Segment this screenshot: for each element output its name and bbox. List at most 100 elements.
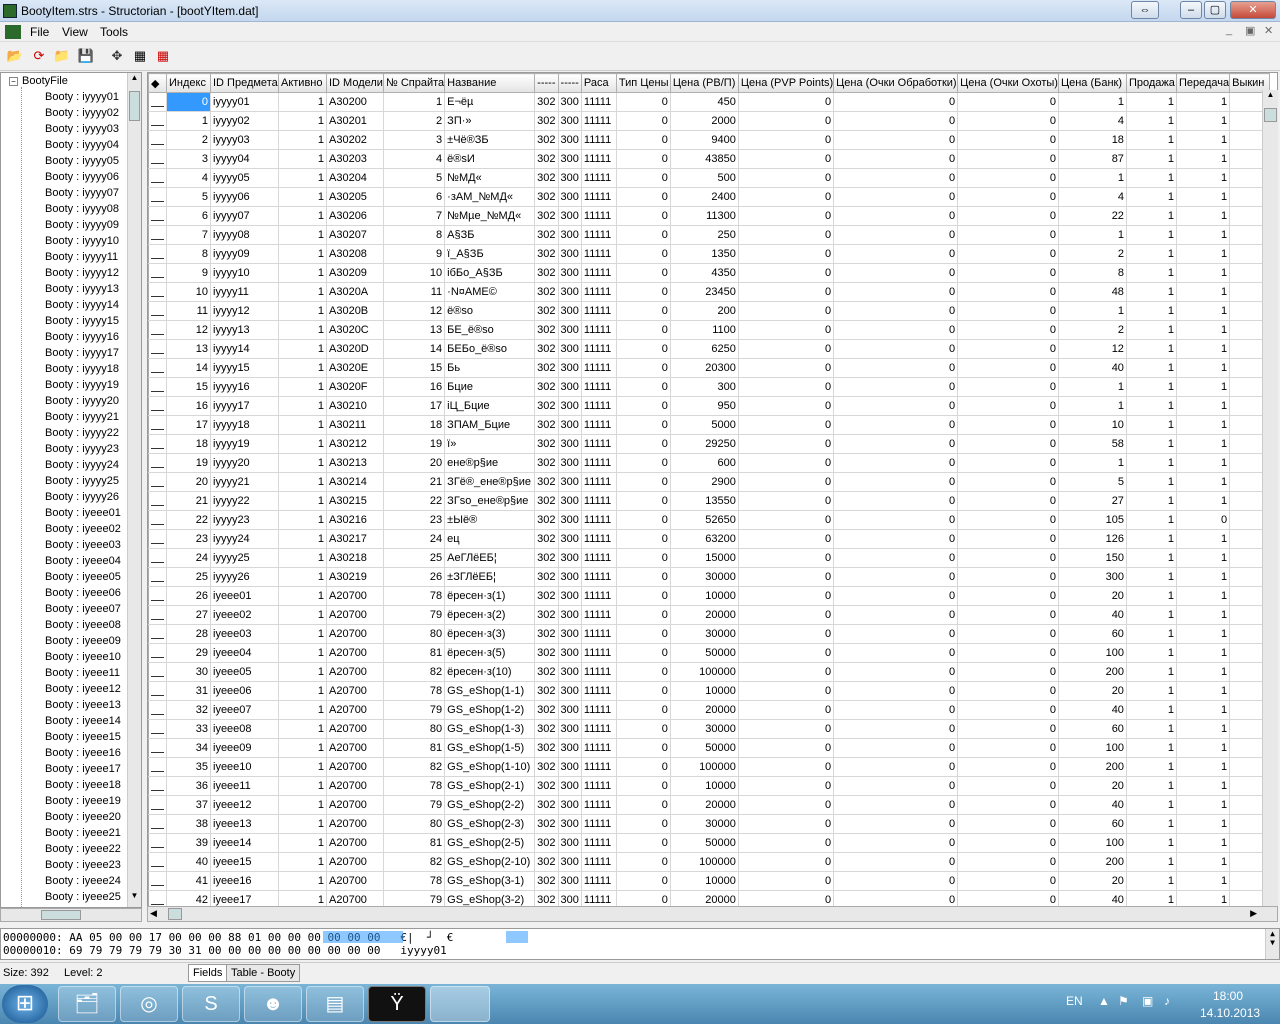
row-selector[interactable]: [148, 738, 167, 758]
table-cell[interactable]: 1: [1175, 833, 1231, 853]
table-cell[interactable]: 302: [534, 662, 559, 682]
table-row[interactable]: 26 iyeee01 1 A20700 78 ёресен·з(1) 302 300 11111…: [148, 586, 1271, 606]
table-cell[interactable]: 15: [382, 358, 446, 378]
table-cell[interactable]: 29250: [669, 434, 739, 454]
table-cell[interactable]: 100000: [669, 662, 739, 682]
table-cell[interactable]: 1: [1057, 453, 1127, 473]
table-cell[interactable]: 23: [166, 529, 211, 549]
column-header[interactable]: Цена (PVP Points): [737, 73, 835, 93]
table-cell[interactable]: 0: [615, 282, 671, 302]
table-cell[interactable]: ё®ѕо: [444, 301, 536, 321]
column-header[interactable]: Передача: [1175, 73, 1231, 93]
table-cell[interactable]: A20700: [326, 814, 384, 834]
row-selector[interactable]: [148, 415, 167, 435]
table-cell[interactable]: 0: [833, 567, 959, 587]
row-selector[interactable]: [148, 681, 167, 701]
table-cell[interactable]: A30209: [326, 263, 384, 283]
table-cell[interactable]: iyyyy04: [210, 149, 279, 169]
table-cell[interactable]: 0: [615, 339, 671, 359]
table-cell[interactable]: 0: [957, 149, 1059, 169]
mdi-restore-icon[interactable]: ▣: [1245, 24, 1255, 37]
table-cell[interactable]: 1: [1125, 795, 1177, 815]
table-cell[interactable]: A30206: [326, 206, 384, 226]
row-selector[interactable]: [148, 434, 167, 454]
table-row[interactable]: 33 iyeee08 1 A20700 80 GS_eShop(1-3) 302 300 111…: [148, 719, 1271, 739]
tree-node[interactable]: Booty : iyyyy08: [45, 203, 119, 219]
table-cell[interactable]: 300: [557, 795, 582, 815]
menu-tools[interactable]: Tools: [100, 25, 128, 39]
column-header[interactable]: Индекс: [166, 73, 211, 93]
table-cell[interactable]: 11111: [580, 510, 617, 530]
table-row[interactable]: 35 iyeee10 1 A20700 82 GS_eShop(1-10) 302 300 11…: [148, 757, 1271, 777]
grid-scroll-right-icon[interactable]: ▶: [1250, 908, 1257, 919]
table-cell[interactable]: 20000: [669, 700, 739, 720]
table-cell[interactable]: 300: [557, 320, 582, 340]
table-cell[interactable]: A3020D: [326, 339, 384, 359]
table-cell[interactable]: 1: [1125, 111, 1177, 131]
tree-node[interactable]: Booty : iyeee22: [45, 843, 121, 859]
table-cell[interactable]: 0: [957, 567, 1059, 587]
table-cell[interactable]: 0: [957, 92, 1059, 112]
table-cell[interactable]: 1: [278, 510, 327, 530]
table-cell[interactable]: GS_eShop(2-2): [444, 795, 536, 815]
table-cell[interactable]: 0: [833, 548, 959, 568]
select-all-icon[interactable]: ◆: [148, 73, 167, 93]
table-cell[interactable]: iyeee16: [210, 871, 279, 891]
tree-node[interactable]: Booty : iyeee24: [45, 875, 121, 891]
table-cell[interactable]: 302: [534, 643, 559, 663]
row-selector[interactable]: [148, 149, 167, 169]
table-cell[interactable]: 0: [833, 529, 959, 549]
table-cell[interactable]: 12: [1057, 339, 1127, 359]
table-cell[interactable]: 11111: [580, 263, 617, 283]
table-cell[interactable]: 1: [278, 757, 327, 777]
table-cell[interactable]: 0: [615, 377, 671, 397]
table-cell[interactable]: 100: [1057, 833, 1127, 853]
table-row[interactable]: 6 iyyyy07 1 A30206 7 №Мµе_№МД« 302 300 11111 0 113…: [148, 206, 1271, 226]
table-cell[interactable]: АеГЛёЕБ¦: [444, 548, 536, 568]
table-cell[interactable]: 1: [1125, 719, 1177, 739]
table-cell[interactable]: 28: [166, 624, 211, 644]
table-cell[interactable]: 1: [278, 491, 327, 511]
grid-scroll-thumb[interactable]: [1264, 108, 1277, 122]
table-cell[interactable]: ЗП·»: [444, 111, 536, 131]
table-cell[interactable]: 1: [278, 320, 327, 340]
table-cell[interactable]: 18: [1057, 130, 1127, 150]
table-cell[interactable]: 300: [557, 149, 582, 169]
table-cell[interactable]: 1: [1057, 377, 1127, 397]
table-cell[interactable]: 1: [1175, 453, 1231, 473]
explorer-task-icon[interactable]: 🗂: [58, 986, 116, 1022]
table-cell[interactable]: 0: [615, 149, 671, 169]
table-cell[interactable]: 10000: [669, 586, 739, 606]
table-cell[interactable]: ї»: [444, 434, 536, 454]
table-cell[interactable]: 20000: [669, 605, 739, 625]
row-selector[interactable]: [148, 871, 167, 891]
table-cell[interactable]: 4350: [669, 263, 739, 283]
table-cell[interactable]: iyyyy26: [210, 567, 279, 587]
column-header[interactable]: Тип Цены: [615, 73, 671, 93]
table-cell[interactable]: 0: [957, 206, 1059, 226]
table-cell[interactable]: 1: [278, 434, 327, 454]
table-cell[interactable]: 8: [382, 225, 446, 245]
table-cell[interactable]: 300: [557, 111, 582, 131]
table-cell[interactable]: 1: [1175, 263, 1231, 283]
table-cell[interactable]: 0: [957, 263, 1059, 283]
table-cell[interactable]: 2: [166, 130, 211, 150]
table-cell[interactable]: iyyyy14: [210, 339, 279, 359]
tree-node[interactable]: Booty : iyeee12: [45, 683, 121, 699]
table-cell[interactable]: 0: [833, 738, 959, 758]
table-cell[interactable]: 7: [166, 225, 211, 245]
table-cell[interactable]: 1: [278, 529, 327, 549]
table-cell[interactable]: 1: [1175, 168, 1231, 188]
table-cell[interactable]: A3020E: [326, 358, 384, 378]
table-cell[interactable]: 0: [833, 377, 959, 397]
table-cell[interactable]: 1: [278, 605, 327, 625]
table-cell[interactable]: 300: [557, 852, 582, 872]
table-cell[interactable]: 82: [382, 662, 446, 682]
table-cell[interactable]: 20: [382, 453, 446, 473]
table-row[interactable]: 2 iyyyy03 1 A30202 3 ±Чё®ЗБ 302 300 11111 0 9400 0 0…: [148, 130, 1271, 150]
table-cell[interactable]: 1: [278, 814, 327, 834]
table-cell[interactable]: 302: [534, 130, 559, 150]
table-cell[interactable]: 1: [1125, 738, 1177, 758]
tree-scroll-thumb[interactable]: [129, 91, 140, 121]
table-cell[interactable]: 1: [1125, 358, 1177, 378]
